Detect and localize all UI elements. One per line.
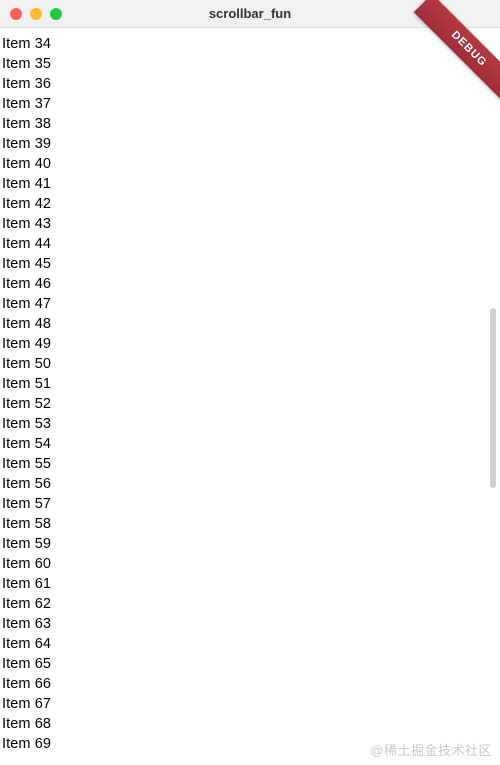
scroll-list[interactable]: Item 33 Item 34 Item 35 Item 36 Item 37 … bbox=[0, 28, 500, 754]
list-item[interactable]: Item 48 bbox=[0, 314, 500, 334]
list-item[interactable]: Item 38 bbox=[0, 114, 500, 134]
watermark: @稀土掘金技术社区 bbox=[370, 740, 492, 759]
list-item[interactable]: Item 46 bbox=[0, 274, 500, 294]
scrollbar-track[interactable] bbox=[488, 28, 496, 765]
list-item[interactable]: Item 43 bbox=[0, 214, 500, 234]
list-item[interactable]: Item 40 bbox=[0, 154, 500, 174]
list-item[interactable]: Item 61 bbox=[0, 574, 500, 594]
list-item[interactable]: Item 66 bbox=[0, 674, 500, 694]
list-item[interactable]: Item 68 bbox=[0, 714, 500, 734]
list-item[interactable]: Item 35 bbox=[0, 54, 500, 74]
list-item[interactable]: Item 52 bbox=[0, 394, 500, 414]
list-item[interactable]: Item 36 bbox=[0, 74, 500, 94]
list-item[interactable]: Item 56 bbox=[0, 474, 500, 494]
app-content: Item 33 Item 34 Item 35 Item 36 Item 37 … bbox=[0, 28, 500, 765]
list-item[interactable]: Item 39 bbox=[0, 134, 500, 154]
list-item[interactable]: Item 63 bbox=[0, 614, 500, 634]
traffic-lights bbox=[0, 8, 62, 20]
list-item[interactable]: Item 60 bbox=[0, 554, 500, 574]
list-item[interactable]: Item 57 bbox=[0, 494, 500, 514]
list-item[interactable]: Item 59 bbox=[0, 534, 500, 554]
list-item[interactable]: Item 37 bbox=[0, 94, 500, 114]
list-item[interactable]: Item 67 bbox=[0, 694, 500, 714]
list-item[interactable]: Item 64 bbox=[0, 634, 500, 654]
list-item[interactable]: Item 41 bbox=[0, 174, 500, 194]
list-item[interactable]: Item 50 bbox=[0, 354, 500, 374]
list-item[interactable]: Item 55 bbox=[0, 454, 500, 474]
list-item[interactable]: Item 65 bbox=[0, 654, 500, 674]
maximize-button[interactable] bbox=[50, 8, 62, 20]
close-button[interactable] bbox=[10, 8, 22, 20]
list-item[interactable]: Item 45 bbox=[0, 254, 500, 274]
list-item[interactable]: Item 53 bbox=[0, 414, 500, 434]
list-item[interactable]: Item 54 bbox=[0, 434, 500, 454]
list-item[interactable]: Item 62 bbox=[0, 594, 500, 614]
list-item[interactable]: Item 34 bbox=[0, 34, 500, 54]
list-item[interactable]: Item 47 bbox=[0, 294, 500, 314]
list-item[interactable]: Item 42 bbox=[0, 194, 500, 214]
list-item[interactable]: Item 58 bbox=[0, 514, 500, 534]
list-item[interactable]: Item 51 bbox=[0, 374, 500, 394]
list-item[interactable]: Item 44 bbox=[0, 234, 500, 254]
list-item[interactable]: Item 49 bbox=[0, 334, 500, 354]
minimize-button[interactable] bbox=[30, 8, 42, 20]
scrollbar-thumb[interactable] bbox=[490, 308, 496, 488]
